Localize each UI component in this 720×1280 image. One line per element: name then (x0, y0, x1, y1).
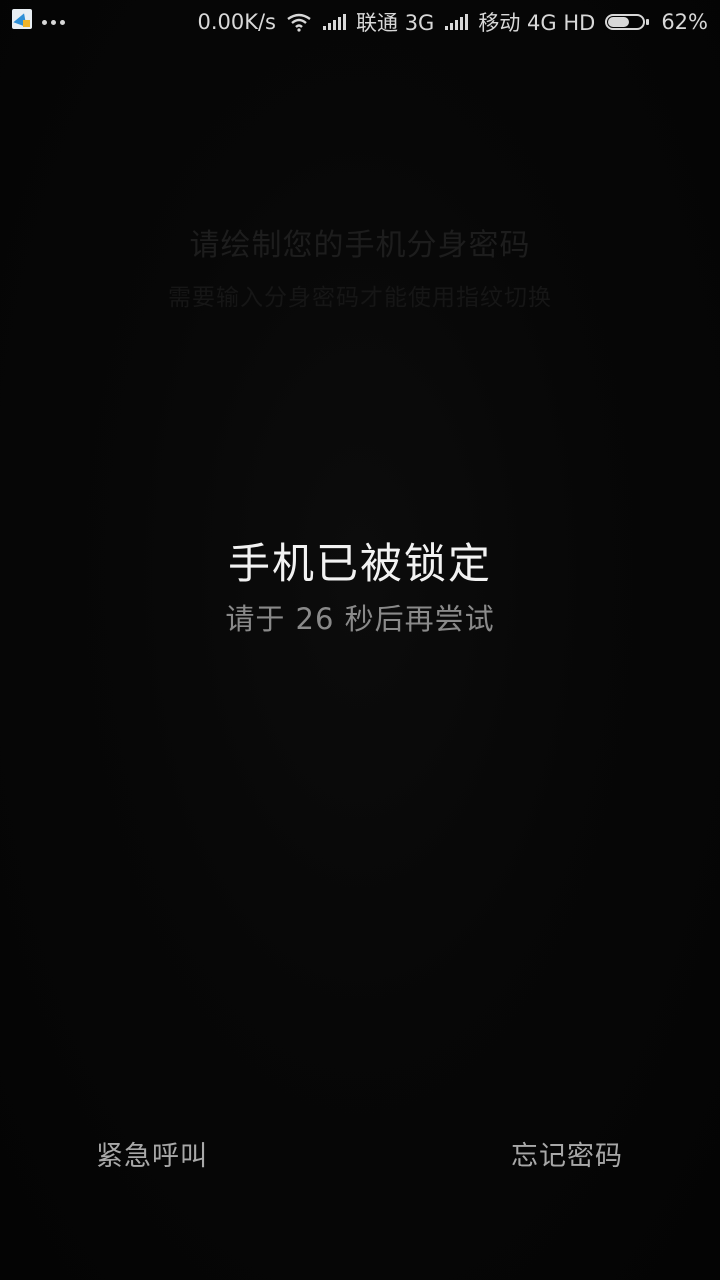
retry-countdown: 请于 26 秒后再尝试 (225, 602, 495, 636)
pattern-prompt-title: 请绘制您的手机分身密码 (189, 228, 531, 263)
signal-strength-icon-2 (445, 14, 469, 30)
battery-fill (608, 17, 630, 27)
battery-icon (605, 12, 651, 32)
status-bar-left (12, 9, 65, 29)
carrier-1: 联通 3G (356, 11, 435, 35)
forgot-password-button[interactable]: 忘记密码 (511, 1134, 623, 1173)
wifi-icon (287, 13, 311, 32)
pattern-prompt-subtitle: 需要输入分身密码才能使用指纹切换 (168, 285, 552, 311)
net-speed: 0.00K/s (197, 10, 276, 34)
emergency-call-button[interactable]: 紧急呼叫 (96, 1134, 208, 1173)
notification-app-icon (12, 9, 32, 29)
locked-title: 手机已被锁定 (227, 539, 492, 588)
more-dots-icon (42, 19, 65, 25)
carrier-2: 移动 4G HD (478, 11, 596, 35)
battery-percent: 62% (661, 10, 708, 34)
lock-screen: 0.00K/s 联通 3G 移动 4G HD 62% 请绘制您的手机分身密码 需… (0, 0, 720, 1280)
status-bar-right: 0.00K/s 联通 3G 移动 4G HD 62% (197, 7, 708, 37)
status-bar: 0.00K/s 联通 3G 移动 4G HD 62% (0, 0, 720, 42)
signal-strength-icon-1 (323, 14, 346, 30)
